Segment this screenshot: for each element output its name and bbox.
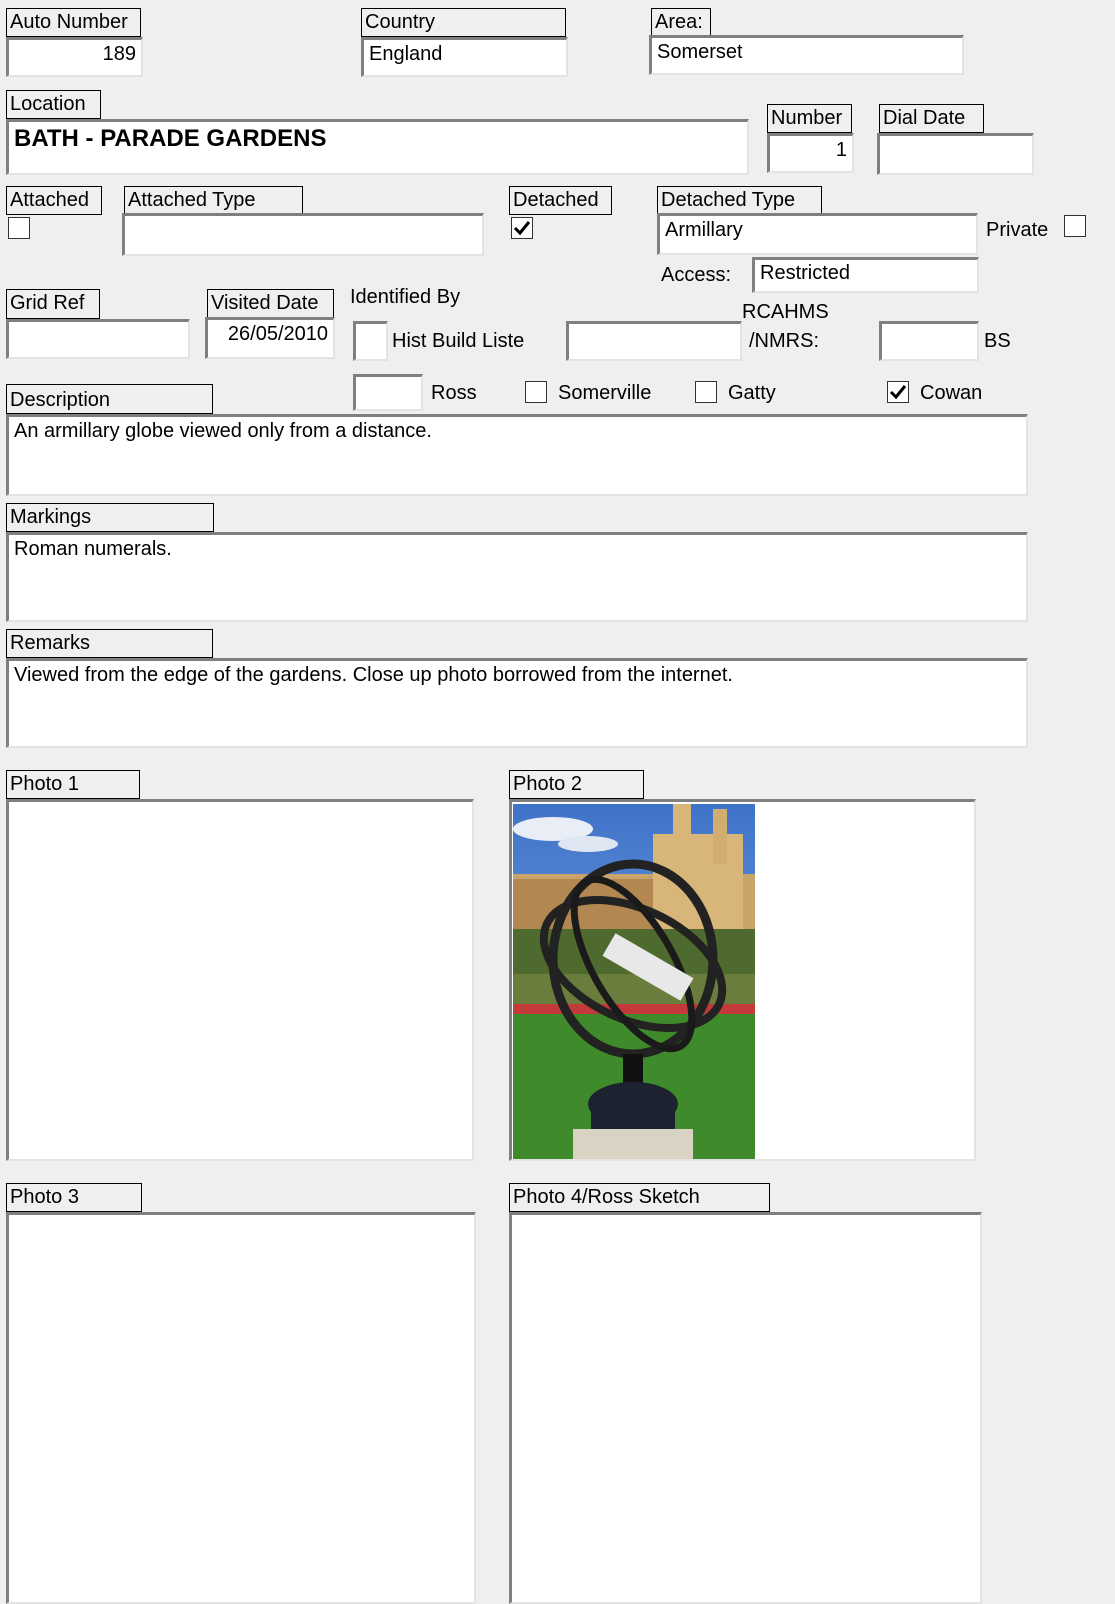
description-field[interactable]: An armillary globe viewed only from a di… — [6, 414, 1028, 496]
dial-date-field[interactable] — [877, 133, 1034, 175]
check-icon — [697, 383, 715, 401]
nmrs-label: /NMRS: — [749, 330, 819, 352]
somerville-label: Somerville — [558, 382, 652, 404]
country-label: Country — [361, 8, 566, 37]
number-field[interactable]: 1 — [767, 133, 854, 173]
hist-build-liste-label: Hist Build Liste — [392, 330, 525, 352]
detached-checkbox[interactable] — [511, 217, 533, 239]
gatty-checkbox[interactable] — [695, 381, 717, 403]
visited-date-label: Visited Date — [207, 289, 334, 319]
rcahms-field[interactable] — [566, 321, 742, 361]
auto-number-label: Auto Number — [6, 8, 141, 37]
check-icon — [527, 383, 545, 401]
photo-4-label: Photo 4/Ross Sketch — [509, 1183, 770, 1212]
markings-field[interactable]: Roman numerals. — [6, 532, 1028, 622]
check-icon — [356, 324, 384, 352]
photo-2-frame[interactable] — [509, 799, 976, 1161]
detached-label: Detached — [509, 186, 612, 215]
area-field[interactable]: Somerset — [649, 35, 964, 75]
gatty-label: Gatty — [728, 382, 776, 404]
cowan-checkbox[interactable] — [887, 381, 909, 403]
bs-field[interactable] — [879, 321, 979, 361]
ross-label: Ross — [431, 382, 477, 404]
check-icon — [513, 221, 531, 236]
number-label: Number — [767, 104, 852, 133]
private-label: Private — [986, 219, 1049, 241]
location-field[interactable]: BATH - PARADE GARDENS — [6, 119, 749, 175]
photo-2-label: Photo 2 — [509, 770, 644, 799]
country-field[interactable]: England — [361, 37, 568, 77]
access-label: Access: — [661, 264, 732, 286]
attached-label: Attached — [6, 186, 102, 215]
area-label: Area: — [651, 8, 711, 37]
armillary-sundial-photo — [513, 804, 755, 1159]
photo-4-frame[interactable] — [509, 1212, 982, 1604]
detached-type-label: Detached Type — [657, 186, 822, 215]
detached-type-field[interactable]: Armillary — [657, 213, 978, 255]
dial-date-label: Dial Date — [879, 104, 984, 133]
grid-ref-label: Grid Ref — [6, 289, 100, 319]
remarks-label: Remarks — [6, 629, 213, 658]
check-icon — [889, 385, 907, 400]
visited-date-field[interactable]: 26/05/2010 — [205, 317, 335, 359]
access-field[interactable]: Restricted — [752, 257, 979, 293]
private-checkbox[interactable] — [1064, 215, 1086, 237]
bs-label: BS — [984, 330, 1011, 352]
rcahms-label: RCAHMS — [742, 301, 829, 323]
attached-type-label: Attached Type — [124, 186, 303, 215]
photo-3-frame[interactable] — [6, 1212, 476, 1604]
location-label: Location — [6, 90, 101, 119]
ross-field[interactable] — [353, 374, 423, 411]
check-icon — [10, 219, 28, 237]
auto-number-field[interactable]: 189 — [6, 37, 143, 77]
photo-1-label: Photo 1 — [6, 770, 140, 799]
remarks-field[interactable]: Viewed from the edge of the gardens. Clo… — [6, 658, 1028, 748]
description-label: Description — [6, 384, 213, 414]
attached-checkbox[interactable] — [8, 217, 30, 239]
cowan-label: Cowan — [920, 382, 983, 404]
hist-build-liste-checkbox[interactable] — [353, 321, 388, 361]
grid-ref-field[interactable] — [6, 319, 190, 359]
markings-label: Markings — [6, 503, 214, 532]
photo-3-label: Photo 3 — [6, 1183, 142, 1212]
check-icon — [1066, 217, 1084, 235]
attached-type-field[interactable] — [122, 213, 484, 256]
photo-1-frame[interactable] — [6, 799, 474, 1161]
identified-by-label: Identified By — [350, 286, 461, 308]
somerville-checkbox[interactable] — [525, 381, 547, 403]
